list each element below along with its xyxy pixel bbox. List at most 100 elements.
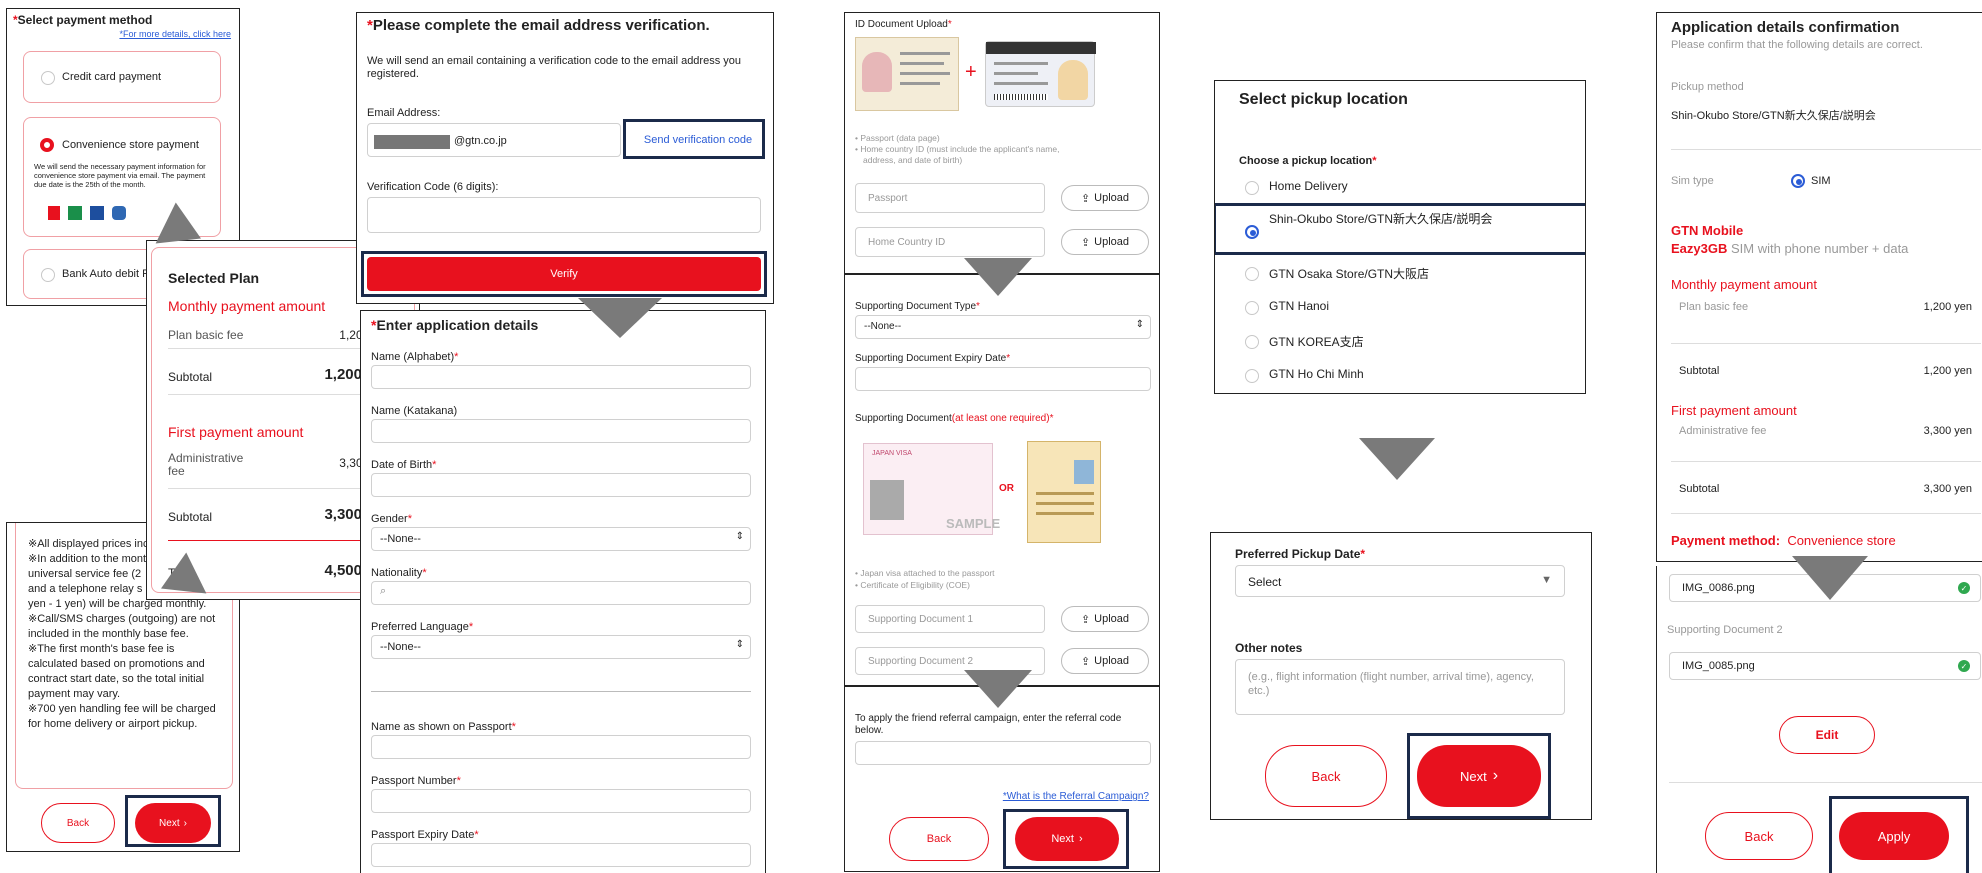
text-line — [900, 72, 950, 75]
upload-button[interactable]: ⇪ Upload — [1061, 185, 1149, 211]
required-mark: * — [976, 301, 980, 312]
text-line — [1036, 502, 1094, 505]
note-line: contract start date, so the total initia… — [28, 673, 205, 685]
label-text: Supporting Document Expiry Date — [855, 353, 1007, 364]
radio-button[interactable] — [41, 268, 55, 282]
back-button[interactable]: Back — [1705, 812, 1813, 860]
note-line: ※700 yen handling fee will be charged — [28, 703, 216, 715]
field-label: Choose a pickup location* — [1239, 155, 1377, 167]
upload-label: Upload — [1094, 613, 1130, 625]
subtotal-label: Subtotal — [168, 370, 213, 384]
passport-file-field[interactable]: Passport — [855, 183, 1045, 213]
label-note: (at least one required) — [951, 413, 1050, 424]
notes-textarea[interactable]: (e.g., flight information (flight number… — [1235, 659, 1565, 715]
divider — [371, 691, 751, 692]
page-title: ID Document Upload — [855, 19, 948, 30]
document-type-select[interactable]: --None-- ⇕ — [855, 315, 1151, 339]
person-photo — [870, 480, 904, 520]
bullet-text: Certificate of Eligibility (COE) — [860, 580, 970, 590]
field-label: Name as shown on Passport* — [371, 721, 516, 733]
arrow-down-icon — [964, 258, 1032, 296]
verification-heading: *Please complete the email address verif… — [367, 17, 757, 35]
document-expiry-input[interactable] — [855, 367, 1151, 391]
credit-card-option[interactable]: Credit card payment — [23, 51, 221, 103]
bullet-item: • Home country ID (must include the appl… — [855, 144, 1060, 154]
name-alphabet-input[interactable] — [371, 365, 751, 389]
seven-eleven-logo — [48, 206, 60, 220]
visa-title: JAPAN VISA — [872, 450, 912, 457]
referral-code-input[interactable] — [855, 741, 1151, 765]
radio-osaka[interactable] — [1245, 267, 1259, 281]
text-line — [994, 72, 1038, 75]
field-placeholder: Passport — [868, 193, 908, 204]
required-mark: * — [422, 567, 427, 579]
monthly-heading: Monthly payment amount — [168, 298, 326, 314]
field-label: Passport Number* — [371, 775, 461, 787]
upload-button[interactable]: ⇪ Upload — [1061, 229, 1149, 255]
check-icon: ✓ — [1958, 582, 1970, 594]
select-arrows-icon: ⇕ — [1135, 319, 1144, 330]
document1-file-field[interactable]: Supporting Document 1 — [855, 605, 1045, 633]
required-mark: * — [511, 721, 516, 733]
radio-button[interactable] — [41, 71, 55, 85]
passport-sample-image — [855, 37, 959, 111]
file-name: IMG_0085.png — [1682, 660, 1755, 672]
label-text: Date of Birth — [371, 459, 433, 471]
upload-button[interactable]: ⇪ Upload — [1061, 606, 1149, 632]
person-photo — [862, 52, 892, 92]
required-mark: * — [1372, 155, 1377, 167]
upload-label: Upload — [1094, 192, 1130, 204]
radio-ho-chi-minh[interactable] — [1245, 369, 1259, 383]
code-label: Verification Code (6 digits): — [367, 181, 499, 193]
option-label: Home Delivery — [1269, 179, 1348, 193]
passport-number-input[interactable] — [371, 789, 751, 813]
required-mark: * — [454, 351, 459, 363]
more-details-link[interactable]: *For more details, click here — [119, 29, 231, 39]
text-line — [900, 82, 940, 85]
text-line — [1036, 492, 1094, 495]
search-icon: ⌕ — [380, 585, 387, 597]
radio-korea[interactable] — [1245, 335, 1259, 349]
radio-hanoi[interactable] — [1245, 301, 1259, 315]
admin-fee-value: 3,300 yen — [1923, 425, 1972, 437]
home-id-file-field[interactable]: Home Country ID — [855, 227, 1045, 257]
required-mark: * — [1049, 413, 1054, 424]
name-katakana-input[interactable] — [371, 419, 751, 443]
radio-selected[interactable] — [40, 138, 54, 152]
bullet-item: • Certificate of Eligibility (COE) — [855, 580, 970, 590]
note-line: ※The first month's base fee is — [28, 643, 175, 655]
application-heading: *Enter application details — [371, 317, 538, 333]
back-button[interactable]: Back — [1265, 745, 1387, 807]
monthly-heading: Monthly payment amount — [1671, 277, 1817, 292]
pickup-date-select[interactable]: Select ▼ — [1235, 565, 1565, 597]
date-of-birth-input[interactable] — [371, 473, 751, 497]
back-button[interactable]: Back — [889, 817, 989, 861]
field-label: Preferred Language* — [371, 621, 473, 633]
confirmation-actions-panel: IMG_0086.png ✓ Supporting Document 2 IMG… — [1656, 566, 1982, 873]
card-header — [986, 42, 1096, 54]
pickup-label: Pickup method — [1671, 81, 1744, 93]
gender-select[interactable]: --None-- ⇕ — [371, 527, 751, 551]
select-value: --None-- — [380, 641, 421, 653]
divider — [1671, 149, 1981, 150]
field-placeholder: Supporting Document 1 — [868, 614, 974, 625]
convenience-store-option[interactable]: Convenience store payment We will send t… — [23, 117, 221, 237]
chevron-down-icon: ▼ — [1541, 574, 1552, 586]
payment-label: Payment method: — [1671, 533, 1781, 548]
upload-heading: ID Document Upload* — [855, 19, 952, 30]
label-text: Gender — [371, 513, 408, 525]
nationality-search[interactable]: ⌕ — [371, 581, 751, 605]
referral-text: To apply the friend referral campaign, e… — [855, 713, 1122, 736]
passport-name-input[interactable] — [371, 735, 751, 759]
confirmation-panel: Application details confirmation Please … — [1656, 12, 1982, 562]
edit-button[interactable]: Edit — [1779, 716, 1875, 754]
radio-home-delivery[interactable] — [1245, 181, 1259, 195]
verification-code-input[interactable] — [367, 197, 761, 233]
label-text: Supporting Document — [855, 413, 952, 424]
back-button[interactable]: Back — [41, 803, 115, 843]
upload-button[interactable]: ⇪ Upload — [1061, 648, 1149, 674]
passport-expiry-input[interactable] — [371, 843, 751, 867]
required-mark: * — [432, 459, 437, 471]
language-select[interactable]: --None-- ⇕ — [371, 635, 751, 659]
referral-info-link[interactable]: *What is the Referral Campaign? — [1003, 791, 1149, 802]
